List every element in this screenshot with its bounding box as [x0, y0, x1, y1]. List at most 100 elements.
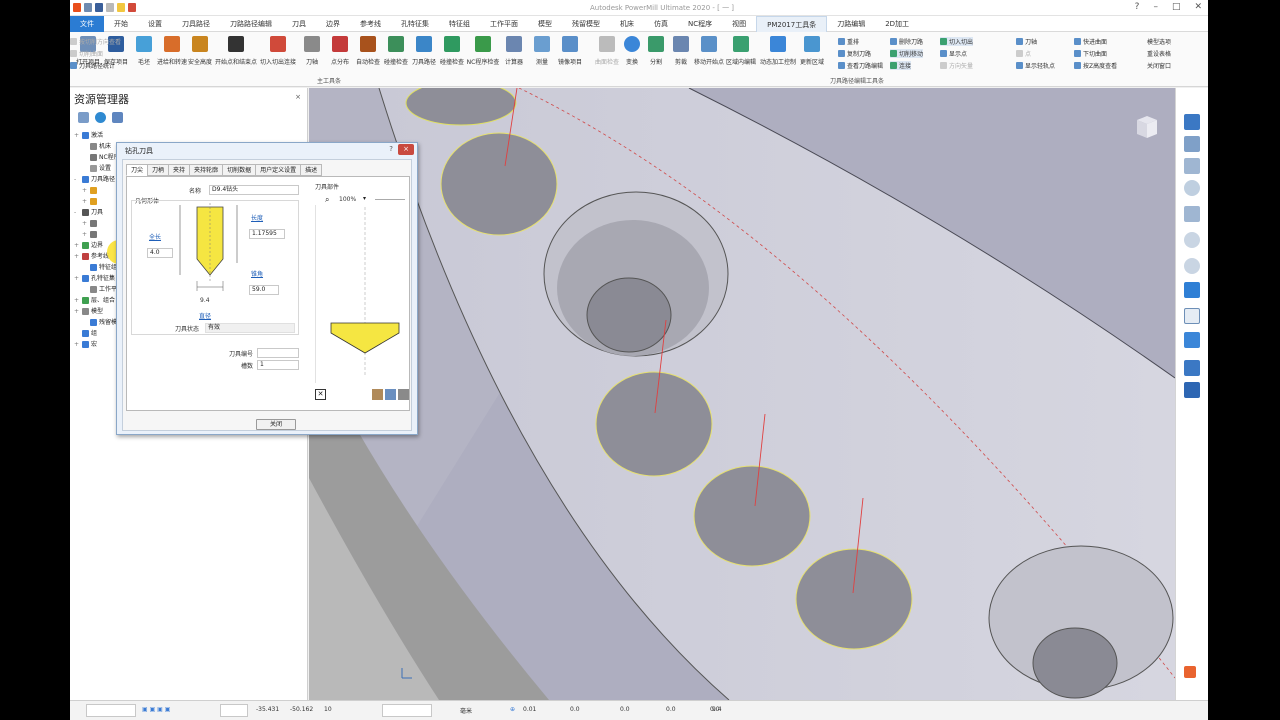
overall-length-link[interactable]: 全长 [149, 232, 161, 241]
overall-length-field[interactable]: 4.0 [147, 248, 173, 258]
ribbon-button[interactable]: 移动开始点 [694, 34, 724, 74]
menu-tab[interactable]: 边界 [316, 16, 350, 32]
coordinate-input[interactable] [382, 704, 432, 717]
menu-tab[interactable]: 参考线 [350, 16, 391, 32]
radial-value[interactable]: 0.0 [666, 706, 676, 713]
menu-tab[interactable]: 机床 [610, 16, 644, 32]
zoom-out-icon[interactable] [1184, 258, 1200, 274]
dialog-tab[interactable]: 夹持轮廓 [189, 164, 224, 176]
ribbon-button[interactable]: 剪裁 [668, 34, 694, 74]
ribbon-button[interactable]: 安全高度 [186, 34, 214, 74]
ribbon-button[interactable]: 碰撞检查 [382, 34, 410, 74]
menu-tab[interactable]: 刀路路径编辑 [220, 16, 282, 32]
select-icon[interactable] [1184, 360, 1200, 376]
ribbon-button[interactable]: 切入切出连接 [258, 34, 298, 74]
ribbon-button[interactable]: 碰撞检查 [438, 34, 466, 74]
ribbon-button[interactable]: 进给和转速 [157, 34, 187, 74]
trash-icon[interactable] [112, 112, 123, 123]
open-icon[interactable] [84, 3, 92, 12]
workplane-select[interactable] [86, 704, 136, 717]
tree-expander[interactable]: - [74, 207, 80, 218]
ribbon-right-item[interactable]: 关闭窗口 [1147, 61, 1171, 70]
dialog-close-x[interactable]: × [398, 144, 414, 155]
flutes-field[interactable]: 1 [257, 360, 299, 370]
ribbon-button[interactable]: 点分布 [326, 34, 354, 74]
dialog-tab[interactable]: 刀柄 [147, 164, 170, 176]
tool-db-icon[interactable] [372, 389, 383, 400]
ribbon-small-button[interactable]: 查看刀路编辑 [838, 61, 883, 70]
cone-angle-field[interactable]: 59.0 [249, 285, 279, 295]
ribbon-button[interactable]: 镜像项目 [556, 34, 584, 74]
menu-tab[interactable]: 刀具路径 [172, 16, 220, 32]
view-cube-icon[interactable] [1184, 158, 1200, 174]
view-box-icon[interactable] [1184, 136, 1200, 152]
thickness-value[interactable]: 0.0 [570, 706, 580, 713]
zoom-value[interactable]: 100% [339, 196, 356, 203]
tree-expander[interactable]: + [74, 295, 80, 306]
tree-expander[interactable]: - [74, 174, 80, 185]
ribbon-button[interactable]: 刀具路径 [410, 34, 438, 74]
ribbon-right-item[interactable]: 模型选项 [1147, 37, 1171, 46]
dialog-tab[interactable]: 夹持 [168, 164, 191, 176]
dialog-close-button[interactable]: 关闭 [256, 419, 296, 430]
ribbon-small-button[interactable]: 显示轻轨点 [1016, 61, 1055, 70]
zoom-in-icon[interactable] [1184, 232, 1200, 248]
ribbon-small-button[interactable]: 按Z高度查看 [1074, 61, 1117, 70]
length-field[interactable]: 1.17595 [249, 229, 285, 239]
menu-tab[interactable]: 设置 [138, 16, 172, 32]
help-icon[interactable]: ? [1135, 2, 1140, 12]
ribbon-button[interactable]: 分割 [644, 34, 668, 74]
menu-tab[interactable]: 开始 [104, 16, 138, 32]
pin-icon[interactable] [128, 3, 136, 12]
ribbon-button[interactable]: 刀轴 [298, 34, 326, 74]
ribbon-button[interactable]: 测量 [528, 34, 556, 74]
tree-expander[interactable]: + [82, 218, 88, 229]
ribbon-small-button[interactable]: 切削曲面 [70, 49, 103, 58]
tree-expander[interactable]: + [74, 251, 80, 262]
tolerance-value[interactable]: 0.01 [523, 706, 536, 713]
axial-value[interactable]: 0.0 [620, 706, 630, 713]
ribbon-small-button[interactable]: 重排 [838, 37, 859, 46]
ribbon-small-button[interactable]: 刀具路径统计 [70, 61, 115, 70]
pointer-icon[interactable] [1184, 382, 1200, 398]
length-link[interactable]: 长度 [251, 213, 263, 222]
refresh-view-icon[interactable] [1184, 206, 1200, 222]
ribbon-button[interactable]: 动态加工控制 [758, 34, 798, 74]
status-field[interactable] [220, 704, 248, 717]
ribbon-small-button[interactable]: 快进曲面 [1074, 37, 1107, 46]
ribbon-small-button[interactable]: 复制刀路 [838, 49, 871, 58]
menu-tab[interactable]: 模型 [528, 16, 562, 32]
remove-tool-icon[interactable]: ✕ [315, 389, 326, 400]
tool-icon[interactable] [106, 3, 114, 12]
diameter-link[interactable]: 直径 [199, 311, 211, 320]
dialog-tab[interactable]: 切削数据 [222, 164, 257, 176]
ribbon-small-button[interactable]: 显示点 [940, 49, 967, 58]
ribbon-button[interactable]: 变换 [620, 34, 644, 74]
ribbon-small-button[interactable]: 刀轴 [1016, 37, 1037, 46]
ribbon-right-item[interactable]: 重设表格 [1147, 49, 1171, 58]
tool-export-icon[interactable] [398, 389, 409, 400]
ribbon-button[interactable]: 更新区域 [798, 34, 826, 74]
ribbon-small-button[interactable]: 连接 [890, 61, 912, 70]
menu-tab[interactable]: 文件 [70, 15, 104, 32]
diameter-display[interactable]: 9.4 [712, 706, 722, 713]
view-cube[interactable] [1137, 116, 1157, 138]
ribbon-small-button[interactable]: 删除刀路 [890, 37, 923, 46]
ribbon-small-button[interactable]: 方向矢量 [940, 61, 973, 70]
view-iso-icon[interactable] [1184, 114, 1200, 130]
menu-tab[interactable]: 仿真 [644, 16, 678, 32]
maximize-icon[interactable]: □ [1172, 2, 1181, 12]
ribbon-button[interactable]: 开始点和结束点 [214, 34, 258, 74]
tree-expander[interactable]: + [74, 306, 80, 317]
zoom-dropdown-icon[interactable]: ▾ [363, 195, 366, 202]
menu-tab[interactable]: 2D加工 [875, 16, 919, 32]
menu-tab[interactable]: 视图 [722, 16, 756, 32]
menu-tab[interactable]: 刀具 [282, 16, 316, 32]
tool-number-field[interactable] [257, 348, 299, 358]
dialog-tab[interactable]: 用户定义设置 [255, 164, 302, 176]
menu-tab[interactable]: NC程序 [678, 16, 722, 32]
shaded-icon[interactable] [1184, 282, 1200, 298]
wireframe-icon[interactable] [1184, 308, 1200, 324]
ribbon-small-button[interactable]: 按切削方向查看 [70, 37, 121, 46]
ribbon-button[interactable]: 自动检查 [354, 34, 382, 74]
